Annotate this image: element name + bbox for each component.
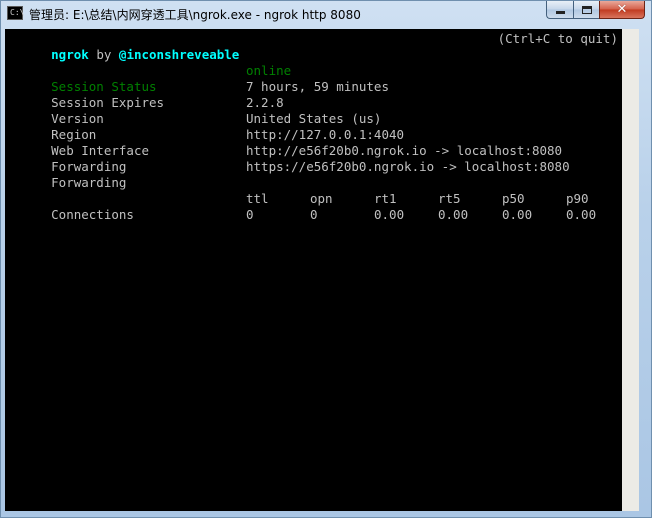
info-value: 2.2.8	[246, 95, 284, 110]
info-row-version: Version 2.2.8	[6, 95, 606, 126]
info-label: Forwarding	[51, 175, 127, 190]
info-row-forwarding-https: Forwarding https://e56f20b0.ngrok.io -> l…	[6, 159, 606, 190]
forwarding-value: https://e56f20b0.ngrok.io -> localhost:8…	[246, 159, 570, 174]
connections-values-row: 0 0 0.00 0.00 0.00 0.00	[6, 207, 606, 223]
connections-header-row: Connections ttl opn rt1 rt5 p50 p90	[6, 191, 606, 222]
stat-value: 0	[246, 207, 254, 222]
stat-value: 0.00	[438, 207, 469, 222]
maximize-button[interactable]	[573, 1, 599, 19]
status-value: online	[246, 63, 292, 78]
web-interface-url: http://127.0.0.1:4040	[246, 127, 405, 142]
header-line: ngrok by @inconshreveable (Ctrl+C to qui…	[6, 31, 618, 62]
minimize-button[interactable]	[546, 1, 573, 19]
info-value: United States (us)	[246, 111, 382, 126]
console-app-icon[interactable]: C:\	[7, 6, 24, 20]
forwarding-value: http://e56f20b0.ngrok.io -> localhost:80…	[246, 143, 563, 158]
vertical-scrollbar[interactable]	[622, 29, 639, 511]
stat-header: ttl	[246, 191, 269, 206]
info-row-forwarding-http: Forwarding http://e56f20b0.ngrok.io -> lo…	[6, 143, 606, 174]
window-controls: ✕	[546, 1, 645, 19]
window-title: 管理员: E:\总结\内网穿透工具\ngrok.exe - ngrok http…	[29, 8, 361, 22]
stat-value: 0	[310, 207, 318, 222]
close-button[interactable]: ✕	[599, 1, 645, 19]
stat-header: p50	[502, 191, 525, 206]
terminal-output[interactable]: ngrok by @inconshreveable (Ctrl+C to qui…	[5, 29, 622, 511]
stat-header: p90	[566, 191, 589, 206]
stat-value: 0.00	[566, 207, 597, 222]
info-row-web-interface: Web Interface http://127.0.0.1:4040	[6, 127, 606, 158]
title-bar[interactable]: C:\ 管理员: E:\总结\内网穿透工具\ngrok.exe - ngrok …	[1, 1, 651, 27]
console-window: C:\ 管理员: E:\总结\内网穿透工具\ngrok.exe - ngrok …	[0, 0, 652, 518]
info-value: 7 hours, 59 minutes	[246, 79, 389, 94]
author-label: @inconshreveable	[118, 47, 240, 62]
info-row-region: Region United States (us)	[6, 111, 606, 142]
stat-value: 0.00	[502, 207, 533, 222]
minimize-icon	[555, 11, 565, 14]
stat-header: opn	[310, 191, 333, 206]
info-row-session-expires: Session Expires 7 hours, 59 minutes	[6, 79, 606, 110]
maximize-icon	[581, 5, 592, 14]
stat-value: 0.00	[374, 207, 405, 222]
info-row-session-status: Session Status online	[6, 63, 606, 94]
close-icon: ✕	[616, 2, 628, 17]
stat-header: rt5	[438, 191, 461, 206]
stat-header: rt1	[374, 191, 397, 206]
by-label: by	[96, 47, 112, 62]
quit-hint: (Ctrl+C to quit)	[497, 31, 618, 46]
brand-label: ngrok	[51, 47, 89, 62]
